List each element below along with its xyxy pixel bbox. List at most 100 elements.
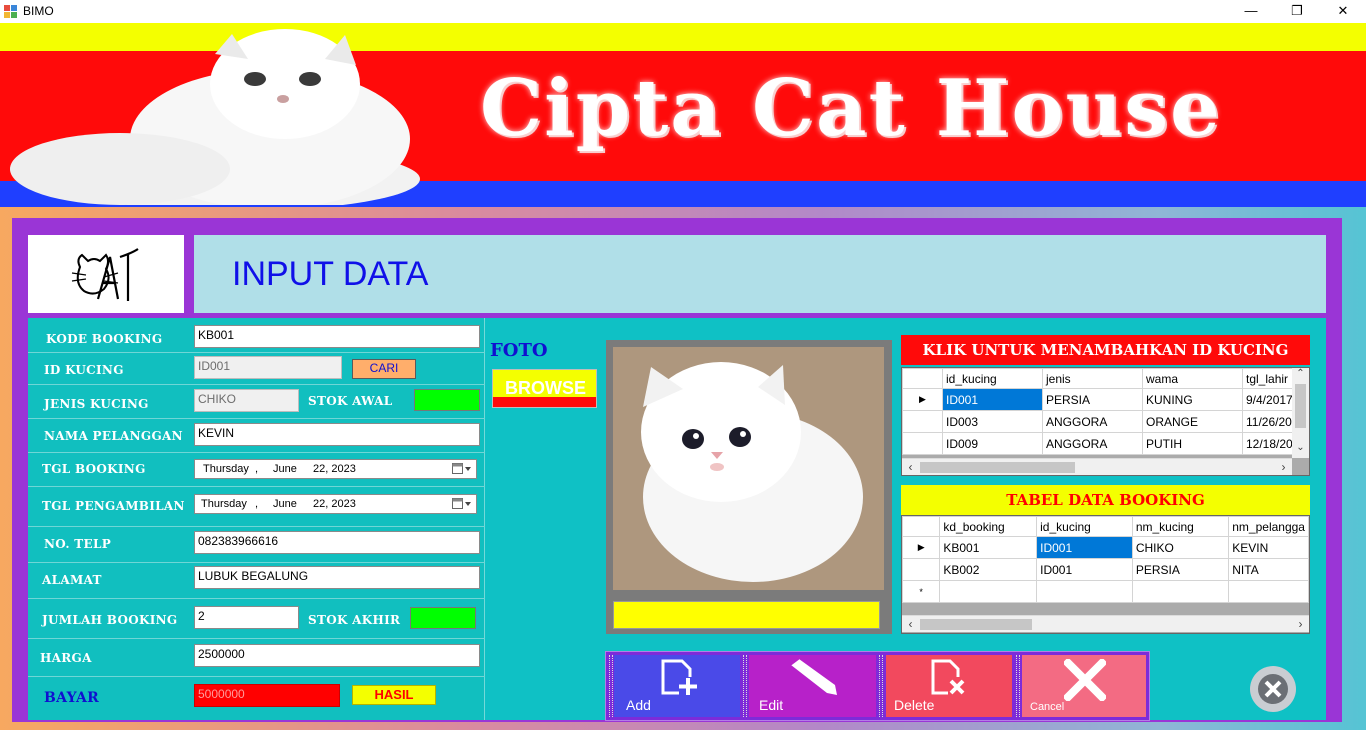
hasil-button[interactable]: HASIL <box>352 685 436 705</box>
nama-pelanggan-input[interactable]: KEVIN <box>194 423 480 446</box>
cari-button[interactable]: CARI <box>352 359 416 379</box>
tgl-booking-date: 22, 2023 <box>313 463 356 475</box>
id-kucing-label: ID KUCING <box>44 363 124 377</box>
exit-button[interactable] <box>1250 666 1296 712</box>
table-cell[interactable]: 11/26/20 <box>1242 410 1297 433</box>
scroll-up-icon[interactable]: ⌃ <box>1292 368 1309 384</box>
scroll-right-icon[interactable]: › <box>1275 459 1292 476</box>
toolbar-grip[interactable] <box>743 655 747 717</box>
column-header[interactable]: kd_booking <box>939 516 1038 537</box>
table-cell[interactable] <box>1131 580 1230 603</box>
table-cell[interactable]: ANGGORA <box>1042 410 1143 433</box>
maximize-button[interactable]: ❐ <box>1274 0 1320 23</box>
table-row[interactable]: KB002 ID001 PERSIA NITA <box>902 558 1309 581</box>
booking-grid-title: TABEL DATA BOOKING <box>901 485 1310 515</box>
calendar-dropdown-icon[interactable] <box>452 463 472 475</box>
alamat-input[interactable]: LUBUK BEGALUNG <box>194 566 480 589</box>
table-cell[interactable]: ANGGORA <box>1042 432 1143 455</box>
new-row[interactable]: * <box>902 580 1309 603</box>
booking-horizontal-scrollbar[interactable]: ‹ › <box>902 615 1309 632</box>
scroll-down-icon[interactable]: ⌄ <box>1292 442 1309 458</box>
table-cell[interactable]: ID009 <box>942 432 1043 455</box>
add-button[interactable]: Add <box>614 655 740 717</box>
scroll-thumb[interactable] <box>1295 384 1306 428</box>
tgl-booking-picker[interactable]: Thursday , June 22, 2023 <box>194 459 477 479</box>
cancel-button[interactable]: Cancel <box>1022 655 1146 717</box>
table-row[interactable]: ID003 ANGGORA ORANGE 11/26/20 <box>902 410 1297 433</box>
row-divider <box>28 598 485 599</box>
delete-button-label: Delete <box>894 697 935 713</box>
table-row[interactable]: ID009 ANGGORA PUTIH 12/18/20 <box>902 432 1297 455</box>
column-header[interactable]: tgl_lahir <box>1242 368 1297 389</box>
row-divider <box>28 352 485 353</box>
column-header[interactable]: wama <box>1142 368 1243 389</box>
close-button[interactable]: ✕ <box>1320 0 1366 23</box>
kucing-horizontal-scrollbar[interactable]: ‹ › <box>902 458 1292 475</box>
harga-label: HARGA <box>40 651 92 665</box>
table-cell[interactable]: CHIKO <box>1131 536 1230 559</box>
toolbar-grip[interactable] <box>879 655 883 717</box>
table-cell[interactable]: NITA <box>1228 558 1309 581</box>
table-cell[interactable]: KB002 <box>939 558 1038 581</box>
browse-button[interactable]: BROWSE <box>492 369 597 408</box>
no-telp-input[interactable]: 082383966616 <box>194 531 480 554</box>
table-cell[interactable]: ID001 <box>942 388 1043 411</box>
table-cell[interactable]: KB001 <box>939 536 1038 559</box>
id-kucing-input[interactable]: ID001 <box>194 356 342 379</box>
no-telp-label: NO. TELP <box>44 537 112 551</box>
kucing-vertical-scrollbar[interactable]: ⌃ ⌄ <box>1292 368 1309 458</box>
table-cell[interactable] <box>1036 580 1133 603</box>
table-cell[interactable]: KUNING <box>1142 388 1243 411</box>
jenis-kucing-input[interactable]: CHIKO <box>194 389 299 412</box>
edit-button-label: Edit <box>759 697 784 713</box>
scroll-right-icon[interactable]: › <box>1292 616 1309 633</box>
jumlah-booking-input[interactable]: 2 <box>194 606 299 629</box>
current-row-arrow-icon: ▶ <box>902 536 941 559</box>
table-cell[interactable]: ORANGE <box>1142 410 1243 433</box>
table-cell[interactable]: ID001 <box>1036 558 1133 581</box>
new-row-marker: * <box>902 580 941 603</box>
stok-awal-field[interactable] <box>414 389 480 411</box>
table-cell[interactable] <box>1228 580 1309 603</box>
brand-name: Cipta Cat House <box>480 63 1222 154</box>
table-cell[interactable]: PERSIA <box>1042 388 1143 411</box>
scroll-thumb[interactable] <box>920 619 1032 630</box>
row-header-cell <box>902 410 943 433</box>
table-cell[interactable]: 9/4/2017 <box>1242 388 1297 411</box>
table-cell[interactable] <box>939 580 1038 603</box>
stok-akhir-field[interactable] <box>410 607 476 629</box>
table-cell[interactable]: PERSIA <box>1131 558 1230 581</box>
close-x-icon <box>1064 659 1106 701</box>
delete-button[interactable]: Delete <box>886 655 1012 717</box>
toolbar-grip[interactable] <box>609 655 613 717</box>
alamat-label: ALAMAT <box>42 573 102 587</box>
tgl-pengambilan-picker[interactable]: Thursday , June 22, 2023 <box>194 494 477 514</box>
table-row[interactable]: ▶ KB001 ID001 CHIKO KEVIN <box>902 536 1309 559</box>
edit-button[interactable]: Edit <box>749 655 876 717</box>
cat-logo-icon <box>71 248 139 301</box>
table-cell[interactable]: PUTIH <box>1142 432 1243 455</box>
bayar-input[interactable]: 5000000 <box>194 684 340 707</box>
calendar-dropdown-icon[interactable] <box>452 498 472 510</box>
table-cell[interactable]: 12/18/20 <box>1242 432 1297 455</box>
row-divider <box>28 418 485 419</box>
table-header-row: kd_booking id_kucing nm_kucing nm_pelang… <box>902 516 1309 537</box>
scroll-left-icon[interactable]: ‹ <box>902 616 919 633</box>
table-row[interactable]: ▶ ID001 PERSIA KUNING 9/4/2017 <box>902 388 1297 411</box>
scroll-left-icon[interactable]: ‹ <box>902 459 919 476</box>
column-header[interactable]: jenis <box>1042 368 1143 389</box>
table-cell[interactable]: ID003 <box>942 410 1043 433</box>
harga-input[interactable]: 2500000 <box>194 644 480 667</box>
scroll-thumb[interactable] <box>920 462 1075 473</box>
table-cell[interactable]: ID001 <box>1036 536 1133 559</box>
toolbar-grip[interactable] <box>1016 655 1020 717</box>
page-title: INPUT DATA <box>232 255 429 293</box>
minimize-button[interactable]: — <box>1228 0 1274 23</box>
table-cell[interactable]: KEVIN <box>1228 536 1309 559</box>
column-header[interactable]: id_kucing <box>1036 516 1133 537</box>
column-header[interactable]: nm_pelangga <box>1228 516 1309 537</box>
kode-booking-input[interactable]: KB001 <box>194 325 480 348</box>
column-header[interactable]: id_kucing <box>942 368 1043 389</box>
column-header[interactable]: nm_kucing <box>1131 516 1230 537</box>
row-header-cell <box>902 432 943 455</box>
